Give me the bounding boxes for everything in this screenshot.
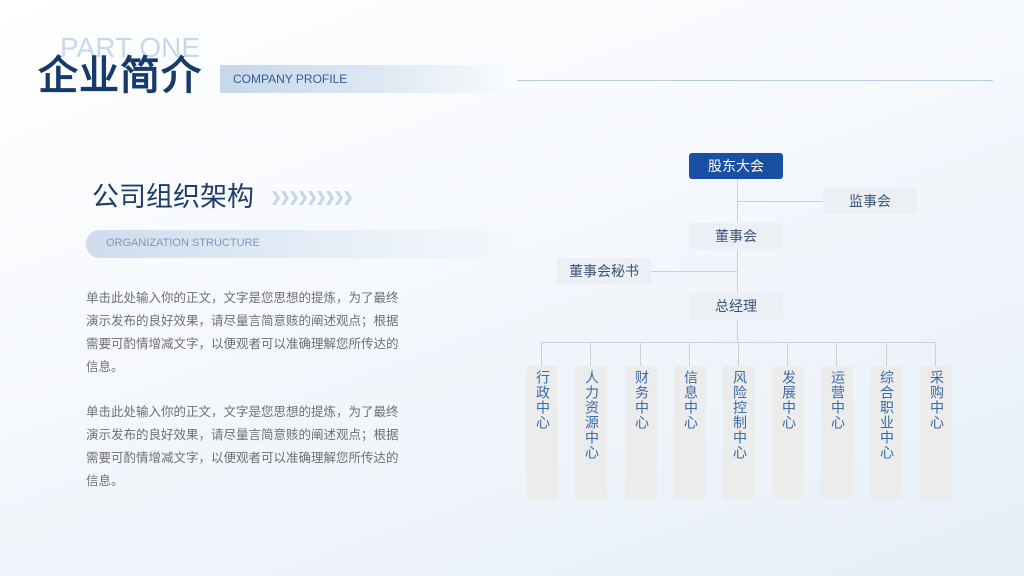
org-dept-hr[interactable]: 人力资源中心 (575, 366, 607, 500)
org-dept-procurement[interactable]: 采购中心 (920, 366, 952, 500)
dept-label: 行政中心 (534, 370, 550, 430)
department-drop-line (738, 342, 739, 366)
department-drop-line (541, 342, 542, 366)
dept-label: 信息中心 (682, 370, 698, 430)
org-dept-finance[interactable]: 财务中心 (625, 366, 657, 500)
org-node-board-secretary[interactable]: 董事会秘书 (557, 258, 651, 284)
body-paragraph-2[interactable]: 单击此处输入你的正文，文字是您思想的提炼，为了最终演示发布的良好效果，请尽量言简… (86, 400, 406, 492)
dept-label: 综合职业中心 (878, 370, 894, 460)
org-node-supervisors[interactable]: 监事会 (823, 188, 917, 214)
org-node-board[interactable]: 董事会 (689, 223, 783, 249)
header-subtitle: COMPANY PROFILE (233, 72, 348, 86)
department-drop-line (689, 342, 690, 366)
supervisors-connector (737, 201, 823, 202)
department-drop-line (886, 342, 887, 366)
dept-label: 采购中心 (928, 370, 944, 430)
body-paragraph-1[interactable]: 单击此处输入你的正文，文字是您思想的提炼，为了最终演示发布的良好效果，请尽量言简… (86, 286, 406, 378)
org-dept-operations[interactable]: 运营中心 (821, 366, 853, 500)
department-drop-line (590, 342, 591, 366)
department-drop-line (836, 342, 837, 366)
secretary-connector (651, 271, 737, 272)
chevron-decoration-icon (272, 190, 353, 209)
page-title: 企业简介 (38, 53, 202, 99)
org-dept-admin[interactable]: 行政中心 (526, 366, 558, 500)
org-node-general-manager[interactable]: 总经理 (689, 293, 783, 319)
dept-label: 风险控制中心 (731, 370, 747, 460)
section-title: 公司组织架构 (92, 182, 254, 213)
org-node-shareholders[interactable]: 股东大会 (689, 153, 783, 179)
org-dept-risk-control[interactable]: 风险控制中心 (723, 366, 755, 500)
department-drop-line (787, 342, 788, 366)
org-dept-development[interactable]: 发展中心 (772, 366, 804, 500)
department-drop-line (935, 342, 936, 366)
dept-label: 发展中心 (780, 370, 796, 430)
org-dept-information[interactable]: 信息中心 (674, 366, 706, 500)
dept-label: 运营中心 (829, 370, 845, 430)
dept-label: 财务中心 (633, 370, 649, 430)
header-divider (517, 80, 993, 81)
department-drop-line (640, 342, 641, 366)
section-subtitle: ORGANIZATION STRUCTURE (106, 237, 260, 249)
org-dept-general-vocation[interactable]: 综合职业中心 (870, 366, 902, 500)
dept-label: 人力资源中心 (583, 370, 599, 460)
